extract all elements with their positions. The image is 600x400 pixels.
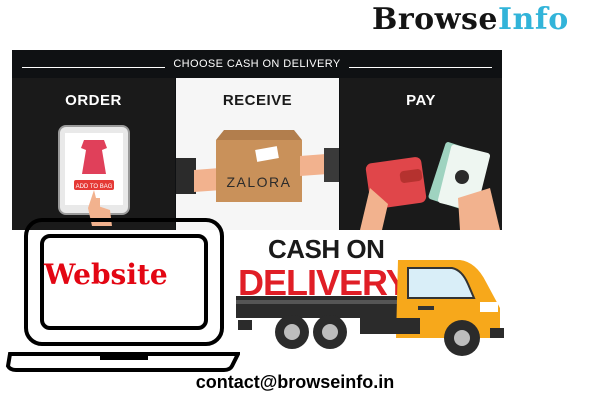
cod-line2-text: DELIVERY xyxy=(238,262,410,303)
banner-divider-right xyxy=(349,67,492,68)
add-to-bag-text: ADD TO BAG xyxy=(76,184,113,190)
step-order-panel: ORDER ADD TO BAG xyxy=(12,78,175,230)
laptop-icon xyxy=(5,218,240,372)
step-pay-panel: PAY xyxy=(340,78,502,230)
contact-email[interactable]: contact@browseinfo.in xyxy=(0,372,590,393)
laptop-screen-text: Website xyxy=(44,258,168,291)
cod-steps-banner: CHOOSE CASH ON DELIVERY ORDER ADD TO BAG… xyxy=(12,50,502,230)
step-receive-panel: RECEIVE ZALORA xyxy=(176,78,339,230)
package-delivery-icon: ZALORA xyxy=(176,130,339,202)
zalora-box-text: ZALORA xyxy=(226,174,291,190)
cod-line1-text: CASH ON xyxy=(268,234,385,264)
banner-title: CHOOSE CASH ON DELIVERY xyxy=(173,58,341,70)
browseinfo-logo: BrowseInfo xyxy=(372,2,569,37)
wallet-cash-icon xyxy=(360,142,500,230)
logo-info-text: Info xyxy=(497,2,569,37)
tablet-order-icon: ADD TO BAG xyxy=(58,125,130,226)
logo-browse-text: Browse xyxy=(372,2,498,37)
